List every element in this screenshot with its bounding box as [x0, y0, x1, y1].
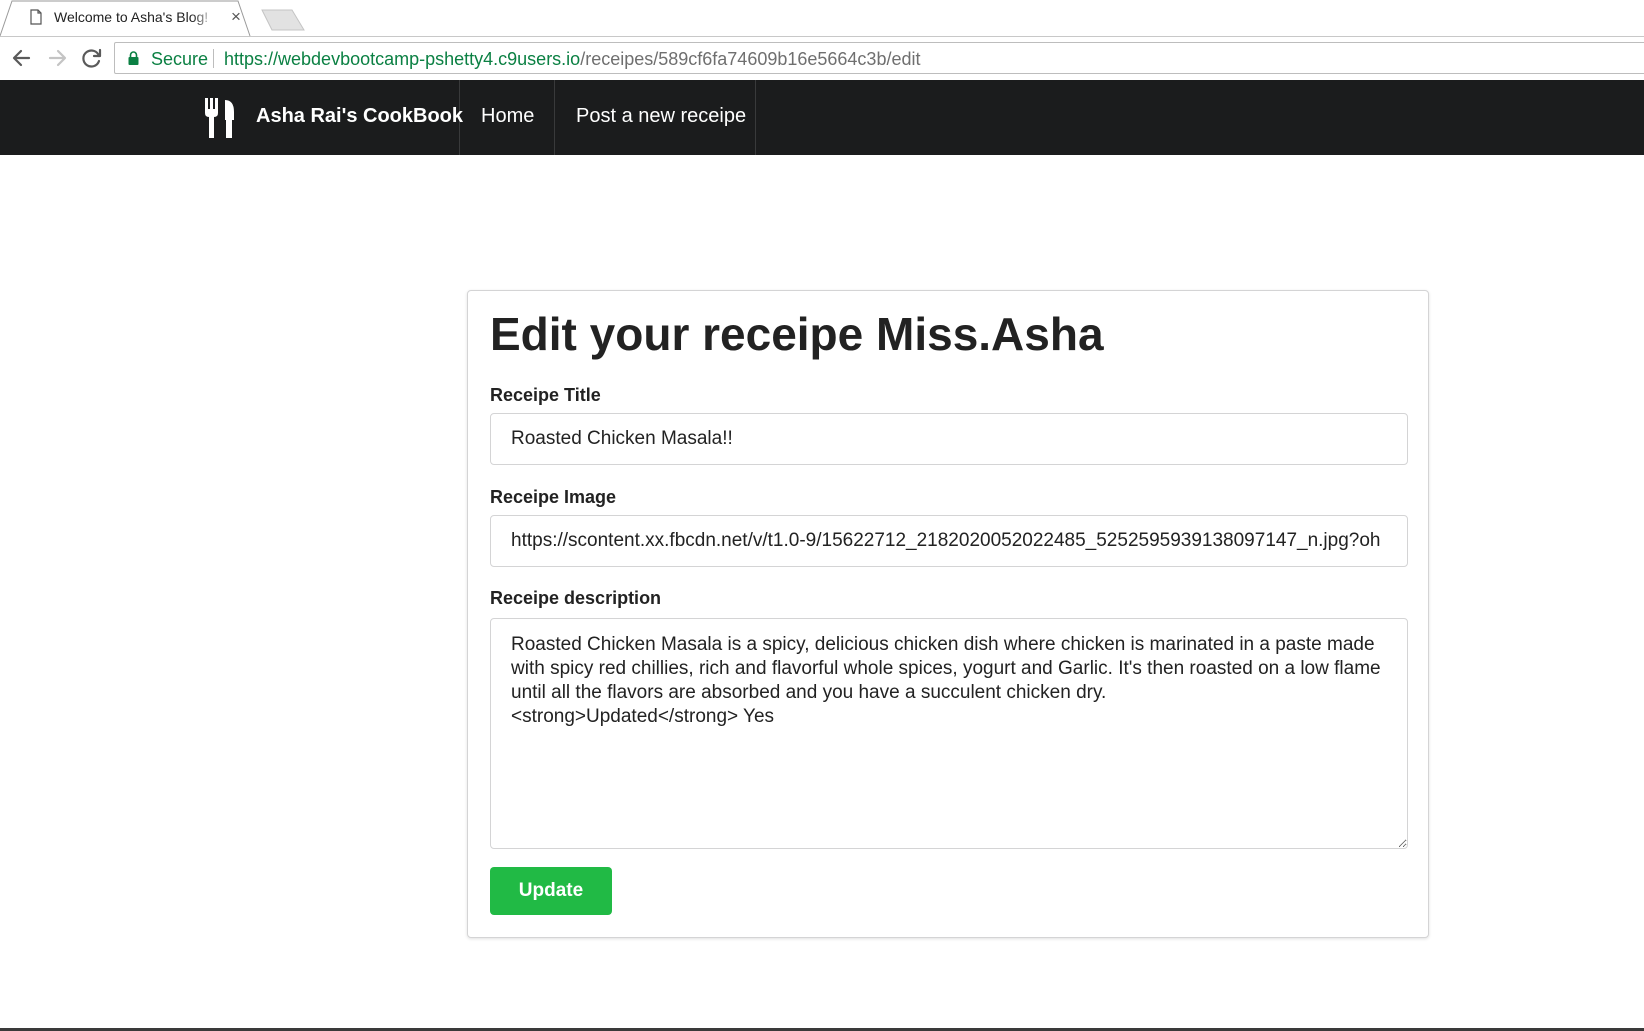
title-field-label: Receipe Title: [490, 385, 601, 405]
secure-label: Secure: [151, 49, 209, 69]
image-field-label: Receipe Image: [490, 487, 617, 507]
edit-form-card: Edit your receipe Miss.Asha Receipe Titl…: [467, 290, 1429, 938]
image-url-input[interactable]: [490, 515, 1408, 567]
lock-icon: [128, 51, 139, 65]
brand-link[interactable]: Asha Rai's CookBook: [188, 80, 464, 155]
omnibox-divider: [213, 49, 214, 68]
url-host: https://webdevbootcamp-pshetty4.c9users.…: [224, 49, 581, 69]
forward-arrow-icon[interactable]: [44, 45, 70, 71]
description-field-label: Receipe description: [490, 588, 662, 608]
address-bar[interactable]: Secure https://webdevbootcamp-pshetty4.c…: [114, 42, 1644, 74]
nav-home[interactable]: Home: [460, 80, 555, 155]
browser-toolbar: Secure https://webdevbootcamp-pshetty4.c…: [0, 37, 1644, 80]
back-arrow-icon[interactable]: [9, 45, 35, 71]
site-navbar: Asha Rai's CookBook Home Post a new rece…: [0, 80, 1644, 155]
nav-post-new[interactable]: Post a new receipe: [555, 80, 756, 155]
reload-icon[interactable]: [79, 45, 105, 71]
url-text[interactable]: https://webdevbootcamp-pshetty4.c9users.…: [224, 49, 920, 70]
url-path: /receipes/589cf6fa74609b16e5664c3b/edit: [580, 49, 921, 69]
brand-name: Asha Rai's CookBook: [256, 105, 464, 127]
tab-title: Welcome to Asha's Blog!: [54, 9, 216, 27]
nav-post-new-label: Post a new receipe: [576, 105, 747, 127]
description-textarea[interactable]: Roasted Chicken Masala is a spicy, delic…: [490, 618, 1408, 849]
page-icon: [30, 9, 42, 25]
title-input[interactable]: [490, 413, 1408, 465]
update-button[interactable]: Update: [490, 867, 612, 915]
tab-close-icon[interactable]: ×: [228, 8, 244, 26]
fork-knife-icon: [205, 98, 234, 138]
new-tab-button[interactable]: [260, 8, 306, 32]
nav-home-label: Home: [481, 105, 535, 127]
page-title: Edit your receipe Miss.Asha: [490, 308, 1104, 360]
browser-tab-active[interactable]: Welcome to Asha's Blog! ×: [0, 0, 262, 37]
browser-tabstrip: Welcome to Asha's Blog! ×: [0, 0, 1644, 37]
